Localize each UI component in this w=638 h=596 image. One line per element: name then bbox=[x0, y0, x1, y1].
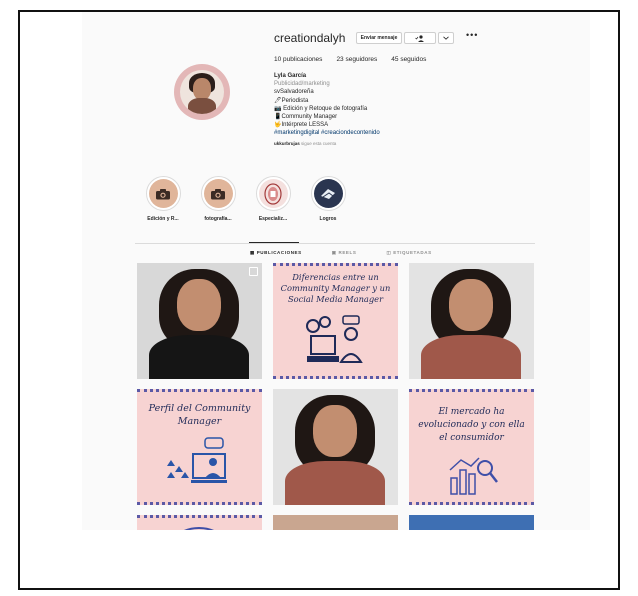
post-photo[interactable] bbox=[273, 515, 398, 530]
avatar-photo bbox=[180, 70, 224, 114]
posts-count: 10 publicaciones bbox=[274, 56, 323, 63]
following-button[interactable] bbox=[404, 32, 436, 44]
posts-grid: Diferencias entre un Community Manager y… bbox=[137, 263, 535, 530]
seal-icon bbox=[258, 179, 288, 208]
highlight-edicion[interactable]: Edición y R... bbox=[142, 176, 184, 222]
tab-reels[interactable]: ▣ REELS bbox=[332, 250, 357, 256]
post-title: Perfil del Community Manager bbox=[148, 403, 251, 427]
following-count[interactable]: 45 seguidos bbox=[391, 56, 426, 63]
followed-by-text: sigue esta cuenta bbox=[299, 140, 337, 146]
post-graphic[interactable]: Perfil del Community Manager bbox=[137, 389, 262, 505]
highlight-label: fotografía... bbox=[204, 216, 232, 222]
highlight-fotografia[interactable]: fotografía... bbox=[197, 176, 239, 222]
active-tab-indicator bbox=[249, 242, 299, 243]
post-photo[interactable] bbox=[409, 263, 534, 379]
followed-by[interactable]: ukkurbrujas sigue esta cuenta bbox=[274, 140, 380, 148]
post-graphic[interactable]: Diferencias entre un Community Manager y… bbox=[273, 263, 398, 379]
profile-avatar[interactable] bbox=[174, 64, 230, 120]
suggestions-dropdown-button[interactable] bbox=[438, 32, 454, 44]
person-check-icon bbox=[415, 34, 424, 42]
post-title: Diferencias entre un Community Manager y… bbox=[280, 272, 391, 304]
send-message-button[interactable]: Enviar mensaje bbox=[356, 32, 402, 44]
profile-tabs: ▦ PUBLICACIONES ▣ REELS ◫ ETIQUETADAS bbox=[250, 250, 432, 256]
bio-line: 📱Community Manager bbox=[274, 114, 338, 121]
grid-icon: ▦ bbox=[250, 250, 257, 255]
profile-bio: Lyla García Publicidad/marketing svSalva… bbox=[274, 72, 380, 148]
bio-line: 🖊Periodista bbox=[274, 97, 309, 104]
camera-icon bbox=[148, 179, 178, 208]
bio-hashtags[interactable]: #marketingdigital #creaciondecontenido bbox=[274, 129, 380, 137]
trophy-icon bbox=[313, 179, 343, 208]
profile-category: Publicidad/marketing bbox=[274, 81, 330, 88]
followers-count[interactable]: 23 seguidores bbox=[336, 56, 377, 63]
followed-by-user[interactable]: ukkurbrujas bbox=[274, 141, 300, 146]
story-highlights: Edición y R... fotografía... Especializ.… bbox=[142, 176, 349, 222]
post-photo[interactable] bbox=[137, 263, 262, 379]
post-graphic[interactable] bbox=[137, 515, 262, 530]
highlight-especializacion[interactable]: Especializ... bbox=[252, 176, 294, 222]
post-graphic[interactable]: El mercado ha evolucionado y con ella el… bbox=[409, 389, 534, 505]
profile-full-name: Lyla García bbox=[274, 73, 307, 79]
highlight-label: Edición y R... bbox=[147, 216, 179, 222]
seal-icon bbox=[184, 527, 214, 530]
bio-line: svSalvadoreña bbox=[274, 89, 314, 96]
post-title: El mercado ha evolucionado y con ella el… bbox=[418, 407, 525, 443]
community-manager-icon bbox=[306, 315, 363, 363]
camera-icon bbox=[203, 179, 233, 208]
tab-etiquetadas[interactable]: ◫ ETIQUETADAS bbox=[386, 250, 431, 256]
multiple-images-icon bbox=[249, 267, 258, 276]
profile-username: creationdalyh bbox=[274, 31, 346, 45]
highlight-logros[interactable]: Logros bbox=[307, 176, 349, 222]
post-photo[interactable] bbox=[409, 515, 534, 530]
more-options-icon[interactable]: ••• bbox=[466, 30, 478, 40]
highlight-label: Logros bbox=[319, 216, 337, 222]
chevron-down-icon bbox=[443, 36, 449, 40]
highlight-label: Especializ... bbox=[258, 216, 288, 222]
profile-stats: 10 publicaciones 23 seguidores 45 seguid… bbox=[274, 56, 426, 63]
post-photo[interactable] bbox=[273, 389, 398, 505]
manager-screen-icon bbox=[167, 437, 227, 483]
tabs-divider bbox=[135, 243, 535, 244]
tab-publicaciones[interactable]: ▦ PUBLICACIONES bbox=[250, 250, 302, 256]
instagram-profile-page: creationdalyh Enviar mensaje ••• 10 publ… bbox=[82, 12, 590, 530]
bio-line: 📷 Edición y Retoque de fotografía bbox=[274, 105, 368, 112]
bio-line: 🤟Intérprete LESSA bbox=[274, 122, 329, 129]
growth-chart-icon bbox=[449, 457, 498, 495]
